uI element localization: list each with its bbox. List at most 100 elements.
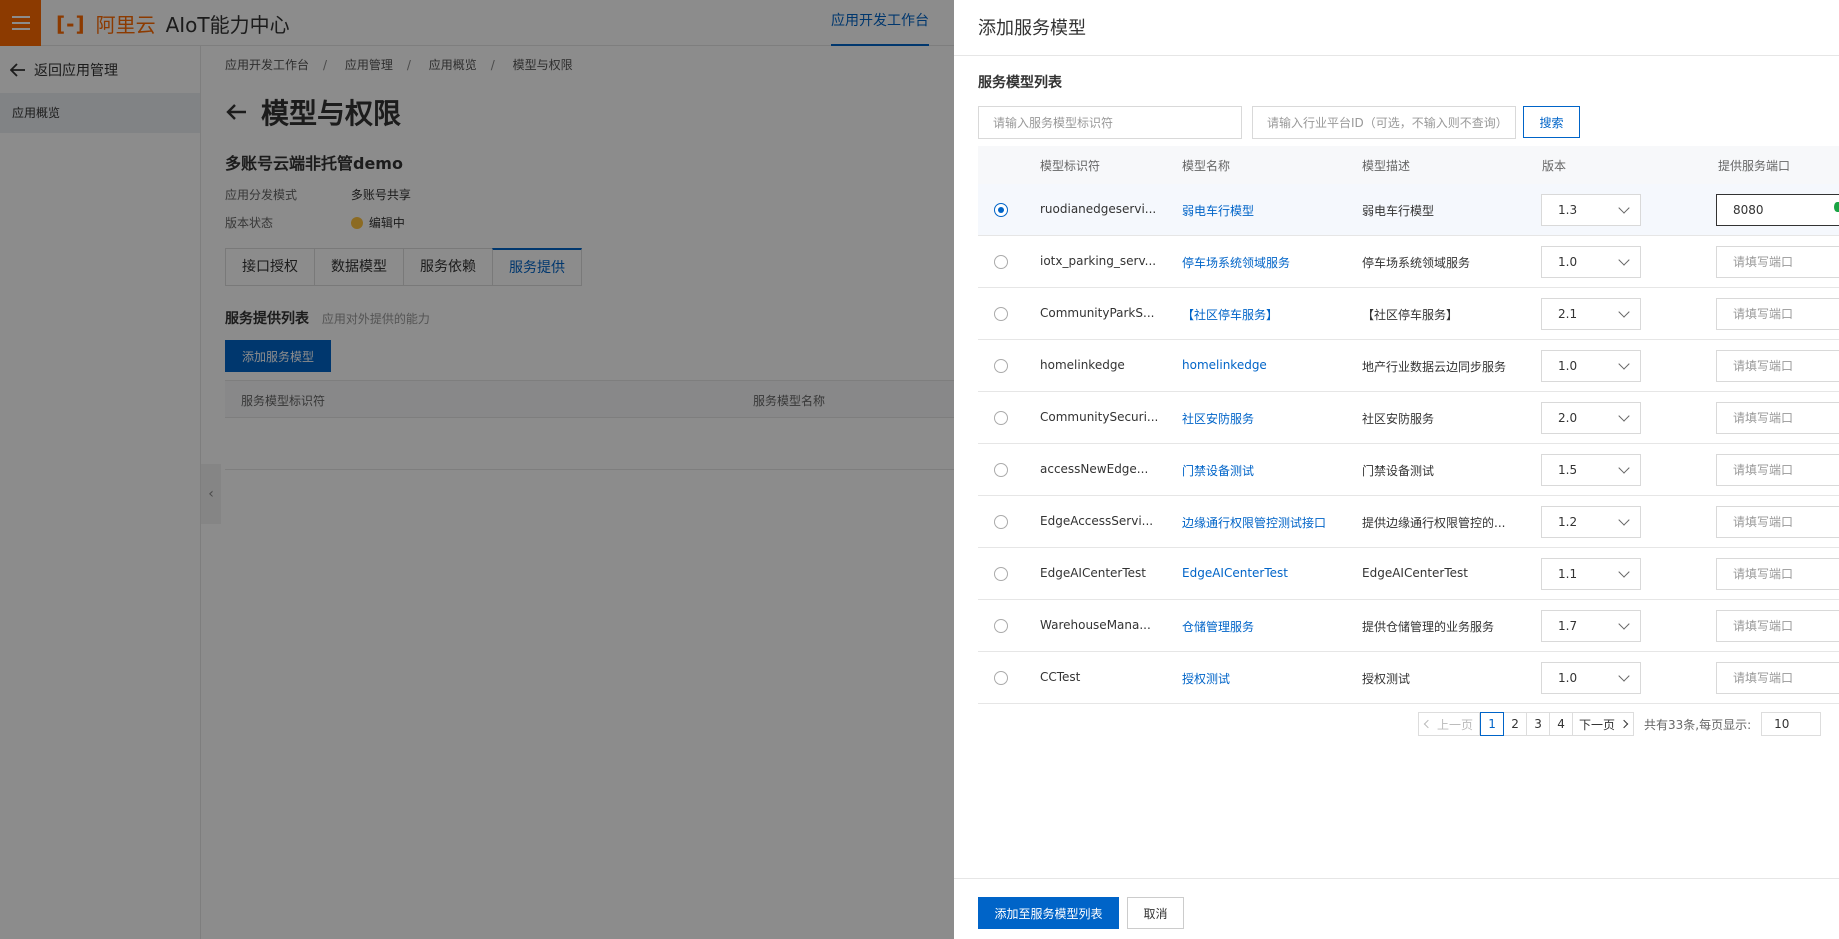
table-row[interactable]: EdgeAICenterTest EdgeAICenterTest EdgeAICe… [978,548,1839,600]
model-name-link[interactable]: 社区安防服务 [1182,410,1254,427]
service-port-input[interactable] [1716,194,1839,226]
table-body: ruodianedgeservi... 弱电车行模型 弱电车行模型 1.3 iotx_p… [978,184,1839,704]
model-id-cell: ruodianedgeservi... [1040,202,1157,216]
row-radio[interactable] [994,463,1008,477]
chevron-down-icon [1618,254,1630,266]
version-select[interactable]: 1.0 [1541,350,1641,382]
table-row[interactable]: CCTest 授权测试 授权测试 1.0 [978,652,1839,704]
version-select[interactable]: 1.7 [1541,610,1641,642]
service-port-input[interactable] [1716,662,1839,694]
service-port-input[interactable] [1716,506,1839,538]
version-select[interactable]: 2.0 [1541,402,1641,434]
version-select[interactable]: 2.1 [1541,298,1641,330]
model-desc-cell: EdgeAICenterTest [1362,566,1468,580]
version-value: 1.2 [1558,515,1578,529]
version-value: 1.0 [1558,255,1578,269]
model-id-cell: EdgeAICenterTest [1040,566,1146,580]
model-name-link[interactable]: homelinkedge [1182,358,1267,372]
table-row[interactable]: homelinkedge homelinkedge 地产行业数据云边同步服务 1.0 [978,340,1839,392]
drawer-footer: 添加至服务模型列表 取消 [954,878,1839,939]
service-port-input[interactable] [1716,298,1839,330]
column-header-version: 版本 [1542,159,1567,173]
version-value: 2.1 [1558,307,1578,321]
version-select[interactable]: 1.5 [1541,454,1641,486]
row-radio[interactable] [994,567,1008,581]
add-to-list-button[interactable]: 添加至服务模型列表 [978,897,1119,929]
service-port-input[interactable] [1716,350,1839,382]
model-desc-cell: 地产行业数据云边同步服务 [1362,360,1507,374]
model-id-cell: EdgeAccessServi... [1040,514,1154,528]
row-radio[interactable] [994,359,1008,373]
row-radio[interactable] [994,255,1008,269]
model-name-link[interactable]: 停车场系统领域服务 [1182,254,1290,271]
search-button[interactable]: 搜索 [1523,106,1580,138]
platform-id-search-input[interactable] [1252,106,1516,139]
cancel-button[interactable]: 取消 [1127,897,1184,929]
version-select[interactable]: 1.0 [1541,662,1641,694]
model-id-cell: CommunitySecuri... [1040,410,1159,424]
model-name-link[interactable]: 【社区停车服务】 [1182,306,1278,323]
chevron-down-icon [1618,462,1630,474]
version-value: 1.3 [1558,203,1578,217]
model-name-link[interactable]: 弱电车行模型 [1182,202,1254,219]
page-4-button[interactable]: 4 [1550,712,1574,736]
chevron-down-icon [1618,306,1630,318]
chevron-down-icon [1618,202,1630,214]
version-select[interactable]: 1.1 [1541,558,1641,590]
drawer-header: 添加服务模型 [954,0,1839,56]
row-radio[interactable] [994,307,1008,321]
model-name-link[interactable]: 门禁设备测试 [1182,462,1254,479]
next-page-button[interactable]: 下一页 [1573,712,1635,736]
model-id-cell: CCTest [1040,670,1081,684]
row-radio[interactable] [994,515,1008,529]
version-select[interactable]: 1.3 [1541,194,1641,226]
version-select[interactable]: 1.0 [1541,246,1641,278]
column-header-port: 提供服务端口 [1718,159,1791,173]
prev-page-button[interactable]: 上一页 [1418,712,1481,736]
model-desc-cell: 门禁设备测试 [1362,464,1435,478]
row-radio[interactable] [994,619,1008,633]
model-id-cell: WarehouseMana... [1040,618,1151,632]
page-2-button[interactable]: 2 [1504,712,1528,736]
model-desc-cell: 【社区停车服务】 [1362,308,1459,322]
table-row[interactable]: ruodianedgeservi... 弱电车行模型 弱电车行模型 1.3 [978,184,1839,236]
service-port-input[interactable] [1716,246,1839,278]
next-label: 下一页 [1579,717,1616,732]
table-row[interactable]: WarehouseMana... 仓储管理服务 提供仓储管理的业务服务 1.7 [978,600,1839,652]
model-name-link[interactable]: 边缘通行权限管控测试接口 [1182,514,1326,531]
chevron-down-icon [1618,618,1630,630]
service-port-input[interactable] [1716,558,1839,590]
page-3-button[interactable]: 3 [1527,712,1551,736]
page-size-select[interactable]: 10 [1761,712,1822,736]
chevron-down-icon [1618,514,1630,526]
row-radio[interactable] [994,203,1008,217]
page-1-button[interactable]: 1 [1480,712,1505,736]
model-id-cell: accessNewEdge... [1040,462,1149,476]
model-name-link[interactable]: EdgeAICenterTest [1182,566,1288,580]
table-row[interactable]: EdgeAccessServi... 边缘通行权限管控测试接口 提供边缘通行权限管控… [978,496,1839,548]
table-row[interactable]: CommunitySecuri... 社区安防服务 社区安防服务 2.0 [978,392,1839,444]
drawer-title: 添加服务模型 [978,18,1086,39]
table-row[interactable]: iotx_parking_serv... 停车场系统领域服务 停车场系统领域服务 1.… [978,236,1839,288]
list-title: 服务模型列表 [978,75,1062,91]
version-value: 1.1 [1558,567,1578,581]
service-model-table: 模型标识符 模型名称 模型描述 版本 提供服务端口 ruodianedgeser… [978,146,1839,704]
version-select[interactable]: 1.2 [1541,506,1641,538]
row-radio[interactable] [994,411,1008,425]
chevron-down-icon [1618,566,1630,578]
row-radio[interactable] [994,671,1008,685]
table-row[interactable]: CommunityParkS... 【社区停车服务】 【社区停车服务】 2.1 [978,288,1839,340]
version-value: 1.5 [1558,463,1578,477]
model-desc-cell: 授权测试 [1362,672,1411,686]
model-id-search-input[interactable] [978,106,1242,139]
service-port-input[interactable] [1716,610,1839,642]
version-value: 2.0 [1558,411,1578,425]
prev-label: 上一页 [1437,717,1474,732]
service-port-input[interactable] [1716,454,1839,486]
model-name-link[interactable]: 授权测试 [1182,670,1230,687]
model-name-link[interactable]: 仓储管理服务 [1182,618,1254,635]
column-header-name: 模型名称 [1182,159,1231,173]
version-value: 1.0 [1558,359,1578,373]
service-port-input[interactable] [1716,402,1839,434]
table-row[interactable]: accessNewEdge... 门禁设备测试 门禁设备测试 1.5 [978,444,1839,496]
